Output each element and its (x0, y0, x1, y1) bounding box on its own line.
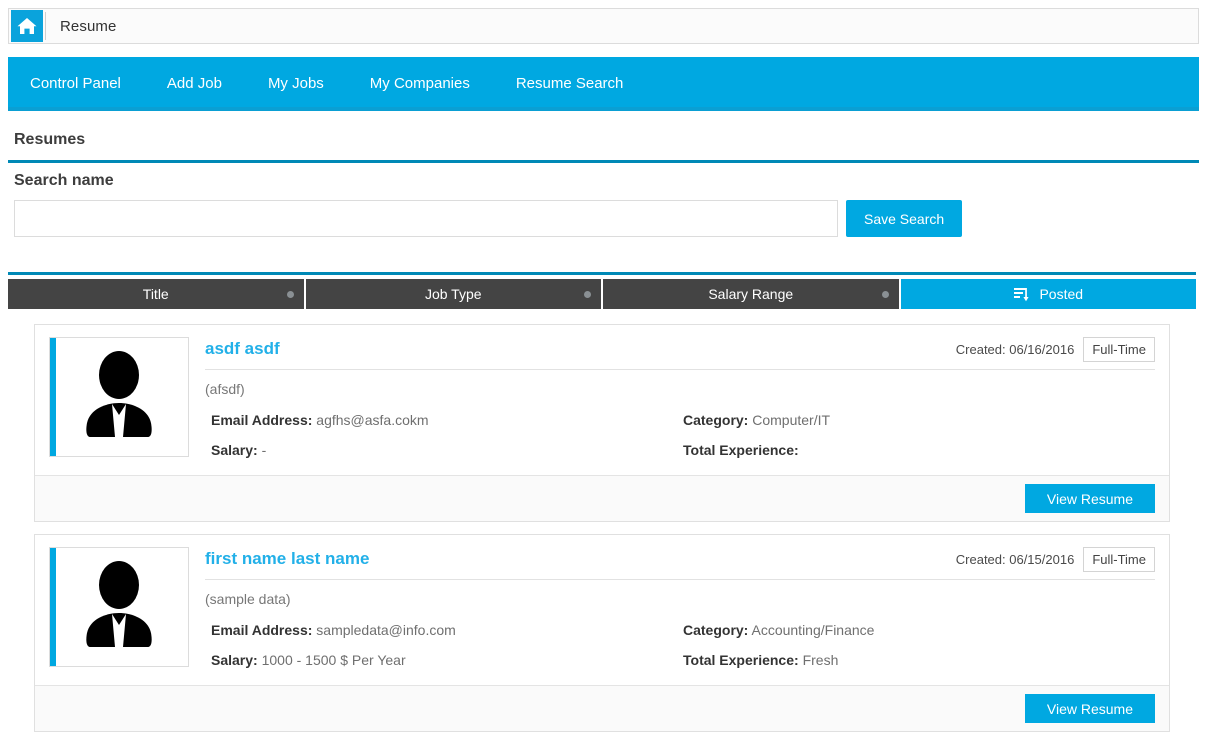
resume-category-label: Category: (683, 622, 749, 638)
sort-header-row: Title Job Type Salary Range Posted (8, 279, 1196, 309)
page-title: Resumes (14, 130, 86, 148)
avatar-accent-bar (50, 338, 56, 456)
resume-salary-row: Salary: 1000 - 1500 $ Per Year (211, 645, 683, 675)
resume-card-meta: Created: 06/16/2016 Full-Time (956, 337, 1155, 362)
resume-category-label: Category: (683, 412, 749, 428)
resume-fields: Email Address: agfhs@asfa.cokm Salary: -… (205, 405, 1155, 465)
resume-email-row: Email Address: agfhs@asfa.cokm (211, 405, 683, 435)
breadcrumb-bar: Resume (8, 8, 1199, 44)
view-resume-button[interactable]: View Resume (1024, 694, 1155, 723)
resume-fields-right: Category: Accounting/Finance Total Exper… (683, 615, 1155, 675)
search-row: Save Search (8, 200, 1199, 237)
resume-salary-label: Salary: (211, 442, 258, 458)
nav-item-control-panel[interactable]: Control Panel (8, 59, 144, 109)
resume-category-row: Category: Computer/IT (683, 405, 1155, 435)
search-name-label: Search name (14, 172, 114, 189)
main-navigation: Control Panel Add Job My Jobs My Compani… (8, 57, 1199, 111)
resume-card-footer: View Resume (35, 685, 1169, 731)
breadcrumb-label: Resume (60, 17, 117, 35)
resume-card-main: first name last name Created: 06/15/2016… (189, 547, 1155, 675)
resume-job-type-badge: Full-Time (1083, 337, 1155, 362)
resume-card-footer: View Resume (35, 475, 1169, 521)
nav-item-resume-search[interactable]: Resume Search (493, 59, 647, 109)
resume-salary-row: Salary: - (211, 435, 683, 465)
resume-card-title-row: first name last name Created: 06/15/2016… (205, 547, 1155, 580)
resume-category-value: Computer/IT (752, 412, 831, 428)
resume-experience-value: Fresh (802, 652, 839, 668)
save-search-button[interactable]: Save Search (846, 200, 963, 237)
resume-card-meta: Created: 06/15/2016 Full-Time (956, 547, 1155, 572)
sort-indicator-dot-icon (286, 290, 294, 298)
page-header: Resumes (8, 119, 1199, 163)
sort-column-posted-label: Posted (1039, 286, 1084, 302)
sort-indicator-dot-icon (881, 290, 889, 298)
search-input[interactable] (14, 200, 838, 237)
resume-fields-right: Category: Computer/IT Total Experience: (683, 405, 1155, 465)
resume-fields: Email Address: sampledata@info.com Salar… (205, 615, 1155, 675)
home-icon (16, 16, 38, 36)
avatar (49, 547, 189, 667)
resume-salary-label: Salary: (211, 652, 258, 668)
nav-item-my-companies[interactable]: My Companies (347, 59, 493, 109)
nav-item-my-jobs[interactable]: My Jobs (245, 59, 347, 109)
resume-card-body: first name last name Created: 06/15/2016… (35, 535, 1169, 685)
sort-header-wrapper: Title Job Type Salary Range Posted (8, 272, 1196, 309)
resume-category-row: Category: Accounting/Finance (683, 615, 1155, 645)
resume-created-date: Created: 06/16/2016 (955, 342, 1075, 357)
sort-column-job-type-label: Job Type (424, 286, 482, 302)
resume-list: asdf asdf Created: 06/16/2016 Full-Time … (8, 312, 1196, 732)
resume-email-value: sampledata@info.com (316, 622, 456, 638)
resume-card: asdf asdf Created: 06/16/2016 Full-Time … (34, 324, 1170, 522)
sort-column-title[interactable]: Title (8, 279, 306, 309)
resume-subtitle: (afsdf) (205, 381, 245, 397)
sort-descending-icon (1013, 286, 1031, 302)
resume-email-label: Email Address: (211, 412, 313, 428)
resume-job-type-badge: Full-Time (1083, 547, 1155, 572)
resume-email-label: Email Address: (211, 622, 313, 638)
resume-fields-left: Email Address: sampledata@info.com Salar… (205, 615, 683, 675)
resume-experience-row: Total Experience: (683, 435, 1155, 465)
resume-person-name-link[interactable]: first name last name (205, 549, 369, 569)
resume-experience-row: Total Experience: Fresh (683, 645, 1155, 675)
resume-subtitle: (sample data) (205, 591, 291, 607)
sort-indicator-dot-icon (584, 290, 591, 298)
resume-person-name-link[interactable]: asdf asdf (205, 339, 280, 359)
resume-category-value: Accounting/Finance (751, 622, 875, 638)
home-button[interactable] (11, 10, 43, 42)
avatar-accent-bar (50, 548, 56, 666)
search-section: Search name Save Search (8, 172, 1199, 237)
resume-card-body: asdf asdf Created: 06/16/2016 Full-Time … (35, 325, 1169, 475)
resume-card-main: asdf asdf Created: 06/16/2016 Full-Time … (189, 337, 1155, 465)
nav-item-add-job[interactable]: Add Job (144, 59, 245, 109)
person-avatar-icon (76, 559, 162, 656)
resume-fields-left: Email Address: agfhs@asfa.cokm Salary: - (205, 405, 683, 465)
resume-experience-label: Total Experience: (683, 442, 799, 458)
resume-card: first name last name Created: 06/15/2016… (34, 534, 1170, 732)
avatar (49, 337, 189, 457)
view-resume-button[interactable]: View Resume (1024, 484, 1155, 513)
sort-column-posted[interactable]: Posted (900, 279, 1196, 309)
resume-email-row: Email Address: sampledata@info.com (211, 615, 683, 645)
sort-column-job-type[interactable]: Job Type (305, 279, 603, 309)
resume-salary-value: - (261, 442, 267, 458)
person-avatar-icon (76, 349, 162, 446)
resume-email-value: agfhs@asfa.cokm (316, 412, 429, 428)
sort-column-salary-range-label: Salary Range (708, 286, 794, 302)
resume-salary-value: 1000 - 1500 $ Per Year (261, 652, 406, 668)
resume-card-title-row: asdf asdf Created: 06/16/2016 Full-Time (205, 337, 1155, 370)
resume-created-date: Created: 06/15/2016 (955, 552, 1075, 567)
resume-experience-label: Total Experience: (683, 652, 799, 668)
sort-column-salary-range[interactable]: Salary Range (603, 279, 901, 309)
sort-column-title-label: Title (142, 286, 169, 302)
